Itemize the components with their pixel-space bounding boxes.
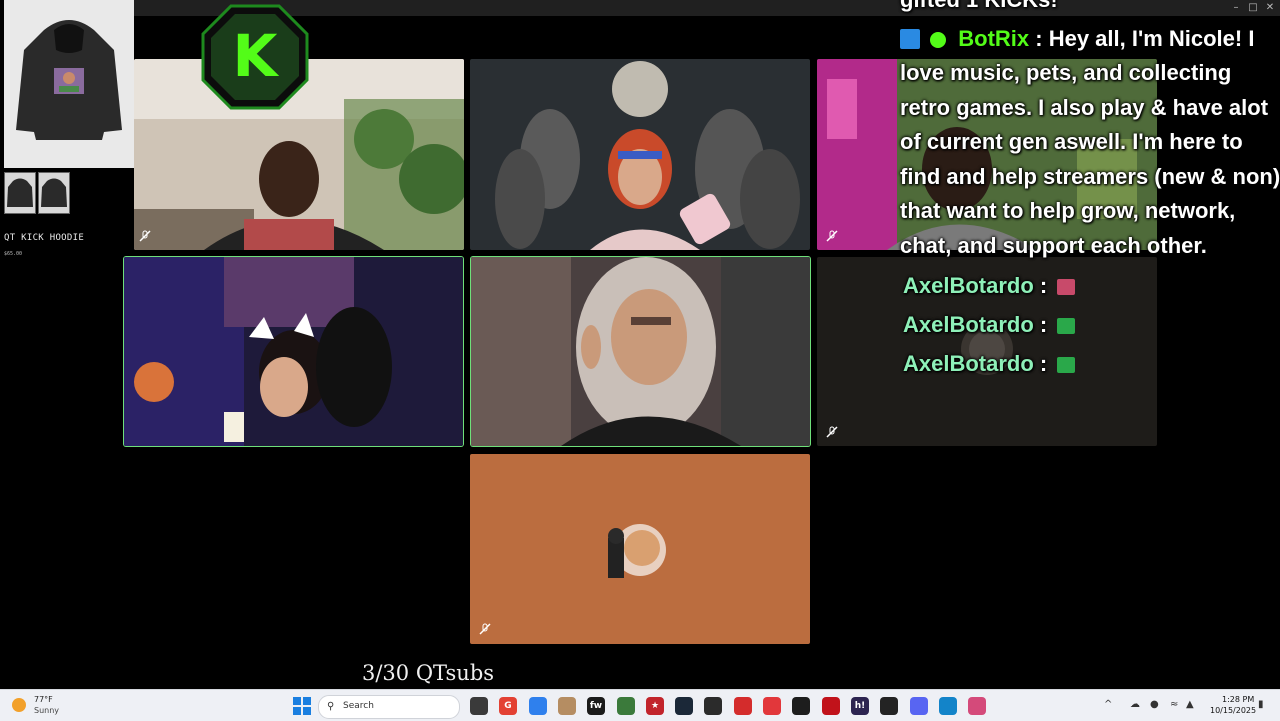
w-emote-icon bbox=[1057, 318, 1076, 334]
weather-temperature[interactable]: 77°F bbox=[34, 695, 53, 704]
app-red-icon[interactable] bbox=[734, 697, 752, 715]
chat-message-axelbotardo: AxelBotardo : bbox=[903, 347, 1076, 382]
openai-icon[interactable] bbox=[880, 697, 898, 715]
chat-separator: : bbox=[1033, 312, 1054, 337]
clock-time[interactable]: 1:28 PM bbox=[1222, 695, 1254, 704]
merch-panel: QT KICK HOODIE $65.00 bbox=[0, 0, 134, 262]
sun-weather-icon[interactable] bbox=[12, 698, 26, 712]
fw-icon[interactable]: fw bbox=[587, 697, 605, 715]
chat-separator: : bbox=[1033, 273, 1054, 298]
volume-icon[interactable]: ▲ bbox=[1186, 699, 1194, 710]
chat-text: chat, and support each other. bbox=[900, 233, 1207, 258]
video-tile-guest-7-avatar[interactable] bbox=[470, 454, 810, 644]
chat-gift-message: gifted 1 KICKs! bbox=[900, 0, 1058, 18]
wifi-icon[interactable]: ≈ bbox=[1170, 699, 1178, 710]
muted-mic-icon bbox=[826, 230, 838, 242]
chat-text: love music, pets, and collecting bbox=[900, 60, 1232, 85]
kick-letter: K bbox=[233, 22, 280, 90]
cloud-icon[interactable]: ☁ bbox=[1130, 699, 1140, 710]
muted-mic-icon bbox=[479, 623, 491, 635]
bot-badge-icon bbox=[900, 29, 920, 49]
notification-bell-icon[interactable]: ▮ bbox=[1258, 699, 1264, 710]
grid-app-icon[interactable] bbox=[792, 697, 810, 715]
window-titlebar: – □ ✕ bbox=[0, 0, 1280, 16]
search-icon: ⚲ bbox=[327, 701, 335, 712]
globe-icon[interactable] bbox=[529, 697, 547, 715]
love-emote-icon bbox=[1057, 279, 1076, 295]
kick-logo-badge: K bbox=[201, 4, 309, 110]
muted-mic-icon bbox=[139, 230, 151, 242]
maximize-button[interactable]: □ bbox=[1245, 2, 1261, 14]
windows-taskbar: 77°F Sunny ⚲ Search Gfw ★ h! ^ ☁ ● ≈ ▲ 1:2… bbox=[0, 689, 1280, 721]
chat-text: retro games. I also play & have alot bbox=[900, 95, 1269, 120]
hoodie-thumbnail-front[interactable] bbox=[4, 172, 36, 214]
weather-condition[interactable]: Sunny bbox=[34, 706, 59, 715]
product-price: $65.00 bbox=[4, 251, 23, 257]
chat-separator: : bbox=[1029, 26, 1049, 51]
edge-icon[interactable] bbox=[939, 697, 957, 715]
hoodie-product-image[interactable] bbox=[4, 0, 134, 168]
close-button[interactable]: ✕ bbox=[1262, 2, 1278, 14]
chat-username[interactable]: AxelBotardo bbox=[903, 351, 1034, 376]
verified-badge-icon bbox=[930, 32, 947, 48]
file-explorer-icon[interactable] bbox=[470, 697, 488, 715]
product-name: QT KICK HOODIE bbox=[4, 233, 85, 243]
settings-red-icon[interactable] bbox=[763, 697, 781, 715]
clock-date[interactable]: 10/15/2025 bbox=[1210, 706, 1256, 715]
game-app-icon[interactable] bbox=[617, 697, 635, 715]
muted-mic-icon bbox=[826, 426, 838, 438]
video-tile-guest-2[interactable] bbox=[470, 59, 810, 250]
microphone-icon[interactable]: ● bbox=[1150, 699, 1159, 710]
chat-username[interactable]: AxelBotardo bbox=[903, 273, 1034, 298]
video-tile-guest-4[interactable] bbox=[124, 257, 463, 446]
chat-text: find and help streamers (new & non) bbox=[900, 164, 1280, 189]
obs-icon[interactable] bbox=[704, 697, 722, 715]
taskbar-search-box[interactable]: ⚲ Search bbox=[318, 695, 460, 719]
minimize-button[interactable]: – bbox=[1228, 2, 1244, 14]
chat-text: that want to help grow, network, bbox=[900, 198, 1236, 223]
discord-icon[interactable] bbox=[910, 697, 928, 715]
chat-message-axelbotardo: AxelBotardo : bbox=[903, 269, 1076, 304]
record-icon[interactable] bbox=[822, 697, 840, 715]
steam-icon[interactable] bbox=[675, 697, 693, 715]
map-pin-icon[interactable] bbox=[968, 697, 986, 715]
w-emote-icon bbox=[1057, 357, 1076, 373]
chat-text: Hey all, I'm Nicole! I bbox=[1048, 26, 1255, 51]
chat-username[interactable]: AxelBotardo bbox=[903, 312, 1034, 337]
chrome-icon[interactable]: G bbox=[499, 697, 517, 715]
chevron-up-icon[interactable]: ^ bbox=[1104, 699, 1112, 710]
subs-goal-counter: 3/30 QTsubs bbox=[362, 661, 495, 685]
search-placeholder: Search bbox=[343, 701, 374, 711]
cat-app-icon[interactable] bbox=[558, 697, 576, 715]
video-tile-guest-5[interactable] bbox=[471, 257, 810, 446]
windows-start-icon[interactable] bbox=[293, 697, 311, 715]
chat-username[interactable]: BotRix bbox=[958, 26, 1029, 51]
chat-message-botrix: BotRix : Hey all, I'm Nicole! I bbox=[900, 22, 1254, 57]
hoodie-thumbnail-back[interactable] bbox=[38, 172, 70, 214]
chat-text: of current gen aswell. I'm here to bbox=[900, 129, 1243, 154]
chat-message-axelbotardo: AxelBotardo : bbox=[903, 308, 1076, 343]
chat-separator: : bbox=[1033, 351, 1054, 376]
h-app-icon[interactable]: h! bbox=[851, 697, 869, 715]
star-app-icon[interactable]: ★ bbox=[646, 697, 664, 715]
